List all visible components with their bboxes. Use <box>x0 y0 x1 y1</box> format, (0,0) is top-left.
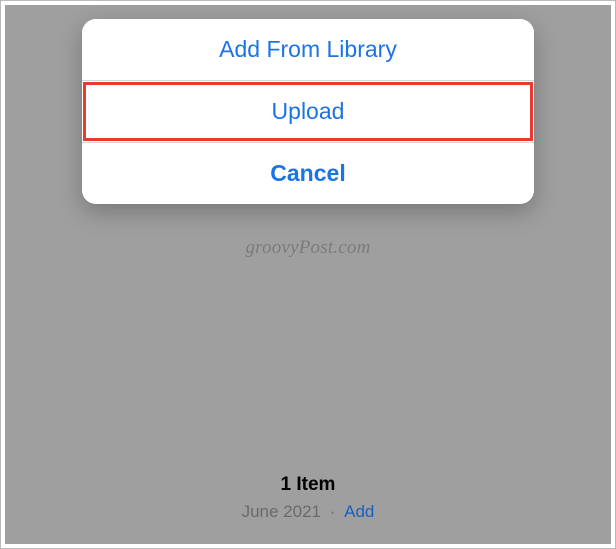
footer: 1 Item June 2021 · Add <box>5 474 611 522</box>
item-count: 1 Item <box>5 474 611 496</box>
footer-meta: June 2021 · Add <box>5 502 611 522</box>
action-sheet: Add From Library Upload Cancel <box>82 19 534 204</box>
watermark-text: groovyPost.com <box>5 237 611 259</box>
add-link[interactable]: Add <box>344 502 374 521</box>
upload-option[interactable]: Upload <box>82 81 534 142</box>
separator-dot: · <box>330 502 336 521</box>
upload-label: Upload <box>272 98 345 125</box>
screen-background: Add From Library Upload Cancel groovyPos… <box>5 5 611 544</box>
add-from-library-label: Add From Library <box>219 36 397 63</box>
date-label: June 2021 <box>242 502 321 521</box>
cancel-label: Cancel <box>270 160 345 187</box>
cancel-option[interactable]: Cancel <box>82 143 534 204</box>
add-from-library-option[interactable]: Add From Library <box>82 19 534 80</box>
